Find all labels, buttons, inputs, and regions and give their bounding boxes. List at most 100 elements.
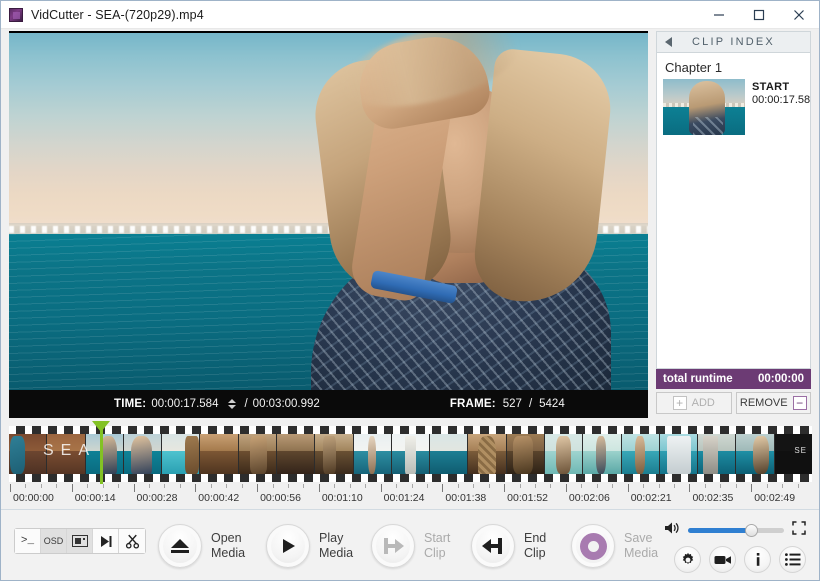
osd-icon[interactable]: OSD [41, 529, 67, 553]
ruler-tick-minor [56, 484, 58, 488]
info-icon[interactable] [744, 546, 771, 573]
ruler-tick-minor [704, 484, 706, 488]
frame-separator: / [528, 398, 533, 410]
speaker-icon[interactable] [664, 521, 680, 540]
total-runtime-value: 00:00:00 [757, 373, 804, 385]
ruler-tick-major [71, 484, 73, 492]
save-media-button[interactable]: Save Media [571, 524, 658, 568]
ruler-tick-minor [550, 484, 552, 488]
clip-meta: START 00:00:17.584 [752, 79, 811, 135]
ruler-tick-major [751, 484, 753, 492]
volume-slider[interactable] [688, 524, 784, 538]
frame-value: 527 [502, 398, 522, 410]
time-value[interactable]: 00:00:17.584 [151, 398, 218, 410]
ruler-tick-major [10, 484, 11, 492]
play-media-button[interactable]: Play Media [266, 524, 353, 568]
ruler-tick-label: 00:02:35 [692, 492, 734, 504]
minimize-icon[interactable] [699, 1, 739, 29]
ruler-tick-minor [272, 484, 274, 488]
time-label: TIME: [114, 398, 147, 410]
ruler-tick-major [442, 484, 444, 492]
ruler-tick-minor [766, 484, 768, 488]
playhead-cursor[interactable] [92, 421, 110, 484]
ruler-tick-minor [426, 484, 428, 488]
ruler-tick-minor [287, 484, 289, 488]
ruler-tick-minor [87, 484, 89, 488]
ruler-tick-label: 00:00:42 [198, 492, 240, 504]
ruler-tick-minor [179, 484, 181, 488]
total-runtime-bar: total runtime 00:00:00 [656, 369, 811, 389]
scissors-icon[interactable] [119, 529, 145, 553]
ruler-tick-label: 00:01:24 [383, 492, 425, 504]
fullscreen-icon[interactable] [792, 521, 806, 540]
ruler-tick-major [195, 484, 197, 492]
utility-icon-row [674, 546, 806, 573]
frame-step-icon[interactable] [93, 529, 119, 553]
volume-slider-handle[interactable] [745, 524, 759, 537]
ruler-tick-major [565, 484, 567, 492]
ruler-tick-label: 00:02:06 [568, 492, 610, 504]
vidcutter-icon [9, 7, 23, 22]
video-camera-icon[interactable] [709, 546, 736, 573]
chapter-label: Chapter 1 [665, 60, 723, 75]
filmstrip[interactable]: SEA SE [9, 426, 812, 482]
ruler-tick-minor [102, 484, 104, 488]
frame-total: 5424 [539, 398, 565, 410]
ruler-tick-label: 00:00:00 [13, 492, 54, 504]
maximize-icon[interactable] [739, 1, 779, 29]
window-controls [699, 1, 819, 29]
screenshot-icon[interactable] [67, 529, 93, 553]
ruler-tick-minor [411, 484, 413, 488]
end-clip-label: End Clip [524, 531, 547, 560]
ruler-tick-label: 00:02:21 [630, 492, 672, 504]
ruler-tick-label: 00:00:14 [74, 492, 116, 504]
window-title: VidCutter - SEA-(720p29).mp4 [31, 7, 204, 22]
frame-readout: FRAME: 527 / 5424 [450, 398, 565, 410]
timeline-ruler: 00:00:00 00:00:14 00:00:28 00:00:42 00:00:56… [9, 484, 812, 508]
ruler-tick-minor [210, 484, 212, 488]
list-item[interactable]: START 00:00:17.584 [663, 79, 810, 135]
ruler-tick-minor [349, 484, 351, 488]
remove-clip-button[interactable]: REMOVE − [735, 392, 811, 414]
ruler-tick-major [380, 484, 382, 492]
play-icon [266, 524, 310, 568]
ruler-tick-minor [612, 484, 614, 488]
total-runtime-label: total runtime [663, 373, 733, 385]
close-icon[interactable] [779, 1, 819, 29]
minus-icon: − [792, 396, 807, 410]
clip-start-icon [371, 524, 415, 568]
end-clip-button[interactable]: End Clip [471, 524, 546, 568]
add-clip-button[interactable]: + ADD [656, 392, 732, 414]
clip-thumbnail [663, 79, 745, 135]
ruler-tick-minor [396, 484, 398, 488]
hamburger-menu-icon[interactable] [779, 546, 806, 573]
time-frame-bar: TIME: 00:00:17.584 / 00:03:00.992 FRAME:… [9, 390, 648, 418]
timeline[interactable]: SEA SE [9, 421, 812, 484]
ruler-tick-minor [596, 484, 598, 488]
time-spinner[interactable] [228, 399, 237, 409]
time-readout: TIME: 00:00:17.584 / 00:03:00.992 [114, 398, 320, 410]
ruler-tick-label: 00:01:38 [445, 492, 487, 504]
start-clip-label: Start Clip [424, 531, 451, 560]
ruler-tick-minor [365, 484, 367, 488]
ruler-tick-minor [457, 484, 459, 488]
ruler-tick-minor [581, 484, 583, 488]
ruler-tick-minor [164, 484, 166, 488]
video-subject [271, 33, 648, 390]
clip-start-time: 00:00:17.584 [752, 94, 811, 106]
ruler-tick-label: 00:02:49 [754, 492, 796, 504]
ruler-tick-label: 00:01:52 [507, 492, 549, 504]
filmstrip-end-text: SE [794, 446, 807, 455]
open-media-button[interactable]: Open Media [158, 524, 245, 568]
start-clip-button[interactable]: Start Clip [371, 524, 450, 568]
ruler-tick-minor [519, 484, 521, 488]
video-preview[interactable]: TIME: 00:00:17.584 / 00:03:00.992 FRAME:… [9, 31, 648, 418]
ruler-tick-minor [334, 484, 336, 488]
add-clip-label: ADD [691, 397, 715, 409]
clip-end-icon [471, 524, 515, 568]
clip-index-list[interactable]: Chapter 1 START 00:00:17.584 [656, 53, 811, 369]
gear-icon[interactable] [674, 546, 701, 573]
console-icon[interactable]: >_ [15, 529, 41, 553]
ruler-tick-major [627, 484, 629, 492]
ruler-tick-minor [797, 484, 799, 488]
